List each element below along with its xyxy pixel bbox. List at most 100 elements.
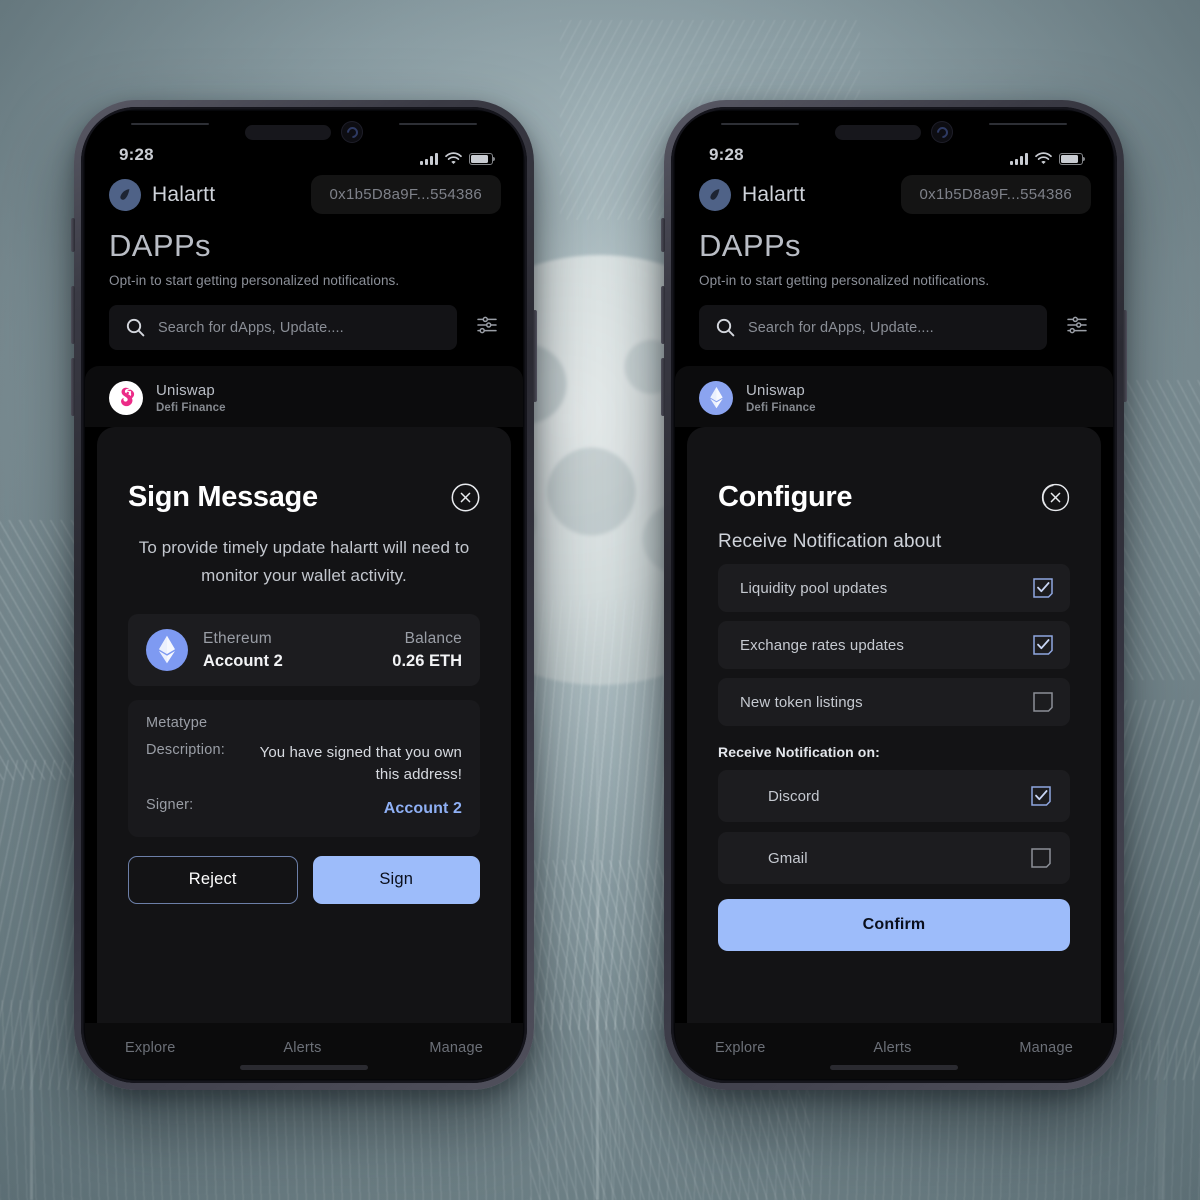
sheet-header: Sign Message	[128, 481, 480, 514]
silent-switch[interactable]	[661, 218, 665, 252]
section-label-channels: Receive Notification on:	[718, 744, 880, 760]
metadata-row: Description: You have signed that you ow…	[146, 742, 462, 786]
metadata-key: Signer:	[146, 796, 194, 813]
filter-sliders-icon[interactable]	[1061, 309, 1093, 346]
halartt-logo-icon	[699, 178, 731, 211]
home-indicator[interactable]	[830, 1065, 958, 1070]
page-title-block: DAPPs Opt-in to start getting personaliz…	[675, 214, 1113, 288]
dapp-card[interactable]: Uniswap Defi Finance	[675, 366, 1113, 427]
sheet-spacer	[718, 951, 1070, 1023]
home-indicator[interactable]	[240, 1065, 368, 1070]
island-pill	[835, 124, 921, 140]
metadata-card: Metatype Description: You have signed th…	[128, 700, 480, 837]
dapp-category: Defi Finance	[156, 402, 226, 414]
checkbox-unchecked-icon[interactable]	[1032, 691, 1054, 713]
uniswap-unicorn-icon	[109, 381, 143, 415]
halartt-logo-icon	[109, 178, 141, 211]
close-circle-sketch-icon[interactable]	[1041, 483, 1070, 512]
metadata-value: You have signed that you own this addres…	[259, 744, 462, 783]
topic-row[interactable]: Liquidity pool updates	[718, 564, 1070, 612]
reject-button[interactable]: Reject	[128, 855, 298, 904]
wallet-address-pill[interactable]: 0x1b5D8a9F...554386	[310, 175, 501, 214]
filter-sliders-icon[interactable]	[471, 309, 503, 346]
cellular-bars-icon	[420, 153, 438, 165]
checkbox-checked-icon[interactable]	[1032, 634, 1054, 656]
volume-up-button[interactable]	[661, 286, 665, 344]
notification-topic-list: Liquidity pool updates Exchange rates up…	[718, 564, 1070, 726]
channel-row[interactable]: Gmail	[718, 832, 1070, 884]
page-subtitle: Opt-in to start getting personalized not…	[109, 273, 400, 288]
brand[interactable]: Halartt	[699, 178, 806, 211]
notification-channel-list: Discord Gmail	[718, 770, 1070, 884]
app-header: Halartt 0x1b5D8a9F...554386	[85, 171, 523, 214]
screen-left: 9:28 Halartt 0x1b5D8a9F...554386 DAPPs O…	[85, 111, 523, 1079]
topic-label: Liquidity pool updates	[740, 579, 888, 597]
bottom-nav-left: Explore Alerts Manage	[85, 1023, 523, 1079]
nav-item-explore[interactable]: Explore	[715, 1040, 766, 1056]
confirm-button[interactable]: Confirm	[718, 899, 1070, 951]
front-camera-icon	[341, 121, 363, 143]
status-icons	[1010, 152, 1086, 165]
power-button[interactable]	[1123, 310, 1127, 402]
topic-row[interactable]: Exchange rates updates	[718, 621, 1070, 669]
power-button[interactable]	[533, 310, 537, 402]
volume-down-button[interactable]	[71, 358, 75, 416]
dapp-text: Uniswap Defi Finance	[746, 382, 816, 414]
nav-item-manage[interactable]: Manage	[429, 1040, 483, 1056]
dapp-name: Uniswap	[746, 382, 805, 399]
account-balance: Balance 0.26 ETH	[392, 630, 462, 671]
topic-row[interactable]: New token listings	[718, 678, 1070, 726]
page-subtitle: Opt-in to start getting personalized not…	[699, 273, 990, 288]
nav-item-alerts[interactable]: Alerts	[873, 1040, 911, 1056]
battery-icon	[469, 153, 496, 165]
sign-button[interactable]: Sign	[312, 855, 480, 904]
search-row: Search for dApps, Update....	[675, 288, 1113, 350]
brand[interactable]: Halartt	[109, 178, 216, 211]
volume-down-button[interactable]	[661, 358, 665, 416]
status-icons	[420, 152, 496, 165]
metadata-row: Signer: Account 2	[146, 797, 462, 820]
topic-label: New token listings	[740, 693, 863, 711]
brand-name: Halartt	[152, 182, 216, 206]
balance-label: Balance	[404, 629, 462, 647]
cellular-bars-icon	[1010, 153, 1028, 165]
volume-up-button[interactable]	[71, 286, 75, 344]
account-card[interactable]: Ethereum Account 2 Balance 0.26 ETH	[128, 614, 480, 687]
nav-item-explore[interactable]: Explore	[125, 1040, 176, 1056]
sheet-header: Configure	[718, 481, 1070, 514]
silent-switch[interactable]	[71, 218, 75, 252]
dynamic-island	[835, 121, 953, 143]
island-pill	[245, 124, 331, 140]
screen-right: 9:28 Halartt 0x1b5D8a9F...554386 DAPPs O…	[675, 111, 1113, 1079]
configure-sheet: Configure Receive Notification about Liq…	[687, 427, 1101, 1023]
brand-name: Halartt	[742, 182, 806, 206]
search-input[interactable]: Search for dApps, Update....	[109, 305, 457, 350]
channel-label: Discord	[768, 787, 820, 805]
nav-item-alerts[interactable]: Alerts	[283, 1040, 321, 1056]
dapp-card[interactable]: Uniswap Defi Finance	[85, 366, 523, 427]
page-title-block: DAPPs Opt-in to start getting personaliz…	[85, 214, 523, 288]
close-circle-icon[interactable]	[451, 483, 480, 512]
checkbox-unchecked-icon[interactable]	[1030, 847, 1052, 869]
sheet-title: Configure	[718, 481, 853, 513]
battery-icon	[1059, 153, 1086, 165]
wallet-address-pill[interactable]: 0x1b5D8a9F...554386	[900, 175, 1091, 214]
channel-row[interactable]: Discord	[718, 770, 1070, 822]
status-time: 9:28	[709, 145, 744, 164]
sheet-title: Sign Message	[128, 481, 318, 513]
ethereum-icon	[146, 629, 188, 672]
wifi-icon	[1035, 152, 1052, 164]
sheet-lead-text: To provide timely update halartt will ne…	[138, 538, 470, 585]
checkbox-checked-icon[interactable]	[1032, 577, 1054, 599]
section-label-about: Receive Notification about	[718, 531, 942, 552]
search-input[interactable]: Search for dApps, Update....	[699, 305, 1047, 350]
checkbox-checked-icon[interactable]	[1030, 785, 1052, 807]
dynamic-island	[245, 121, 363, 143]
account-main: Ethereum Account 2	[203, 630, 377, 671]
sign-message-sheet: Sign Message To provide timely update ha…	[97, 427, 511, 1023]
account-name: Account 2	[203, 651, 283, 670]
phone-right: 9:28 Halartt 0x1b5D8a9F...554386 DAPPs O…	[661, 100, 1127, 1090]
metadata-value-link[interactable]: Account 2	[384, 797, 462, 820]
nav-item-manage[interactable]: Manage	[1019, 1040, 1073, 1056]
metadata-title: Metatype	[146, 715, 208, 732]
